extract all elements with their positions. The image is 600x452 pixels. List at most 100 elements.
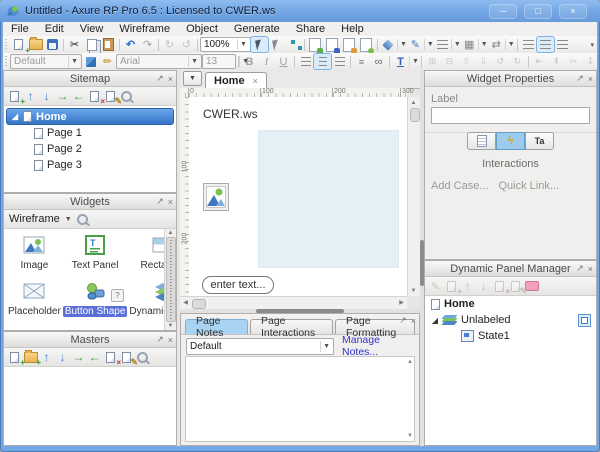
move-up-button[interactable]: ↑ — [23, 89, 38, 103]
close-panel-icon[interactable]: × — [588, 264, 593, 274]
scroll-up-icon[interactable]: ▲ — [407, 359, 413, 365]
edit-panel-button[interactable]: ✎ — [428, 279, 443, 293]
select-contained-tool-button[interactable] — [268, 37, 285, 52]
image-widget[interactable] — [203, 183, 229, 211]
delete-state-button[interactable]: × — [492, 279, 507, 293]
rotate-right-button[interactable]: ↻ — [509, 54, 526, 69]
delete-master-button[interactable]: × — [103, 350, 118, 364]
dpm-item-home[interactable]: Home — [425, 296, 596, 312]
sitemap-item-page2[interactable]: Page 2 — [4, 141, 176, 157]
tab-interactions[interactable]: ϟ — [496, 132, 525, 150]
sync-button[interactable]: ↻ — [161, 37, 178, 52]
scrollbar-thumb[interactable] — [410, 108, 420, 122]
tab-formatting[interactable]: Ta — [525, 132, 554, 150]
group-button[interactable]: ⊞ — [424, 54, 441, 69]
widget-placeholder[interactable]: Placeholder — [6, 279, 63, 317]
scroll-down-icon[interactable]: ▼ — [407, 433, 413, 439]
refresh-button[interactable]: ↺ — [178, 37, 195, 52]
scroll-down-icon[interactable]: ▼ — [168, 323, 174, 329]
line-width-dropdown[interactable]: ▼ — [451, 39, 461, 50]
line-color-button[interactable]: ✎ — [407, 37, 424, 52]
quick-link-link[interactable]: Quick Link... — [498, 180, 559, 192]
align-objects-top-button[interactable]: ⇞ — [548, 54, 565, 69]
indent-button[interactable]: → — [71, 350, 86, 364]
move-up-button[interactable]: ↑ — [460, 279, 475, 293]
close-button[interactable]: × — [560, 5, 586, 18]
font-select[interactable]: Arial ▼ — [116, 54, 202, 69]
line-width-button[interactable] — [434, 37, 451, 52]
sitemap-item-home[interactable]: ◢ Home — [6, 108, 174, 125]
close-panel-icon[interactable]: × — [168, 197, 173, 207]
menu-view[interactable]: View — [72, 22, 112, 36]
menu-help[interactable]: Help — [333, 22, 372, 36]
button-shape-widget[interactable]: enter text... — [202, 276, 274, 294]
add-case-link[interactable]: Add Case... — [431, 180, 488, 192]
justify-right-button[interactable] — [554, 37, 571, 52]
menu-share[interactable]: Share — [288, 22, 333, 36]
hyperlink-button[interactable]: ∞ — [370, 54, 387, 69]
line-color-dropdown[interactable]: ▼ — [424, 39, 434, 50]
underline-button[interactable]: U — [275, 54, 292, 69]
line-style-button[interactable]: ▦ — [461, 37, 478, 52]
add-page-button[interactable]: + — [7, 89, 22, 103]
connector-tool-button[interactable] — [285, 37, 302, 52]
tab-list-dropdown[interactable]: ▼ — [183, 71, 202, 86]
tab-page-notes[interactable]: Page Notes — [185, 319, 248, 334]
copy-button[interactable] — [83, 37, 100, 52]
close-tab-icon[interactable]: × — [253, 76, 258, 86]
justify-left-button[interactable] — [520, 37, 537, 52]
generate-word-button[interactable] — [324, 37, 341, 52]
tab-page-interactions[interactable]: Page Interactions — [250, 319, 333, 334]
fill-color-dropdown[interactable]: ▼ — [397, 39, 407, 50]
align-right-button[interactable] — [331, 54, 348, 69]
close-panel-icon[interactable]: × — [168, 335, 173, 345]
scroll-down-icon[interactable]: ▼ — [408, 285, 419, 296]
move-down-button[interactable]: ↓ — [55, 350, 70, 364]
align-left-button[interactable] — [297, 54, 314, 69]
indent-button[interactable]: → — [55, 89, 70, 103]
text-panel-widget[interactable]: CWER.ws — [203, 107, 258, 121]
delete-page-button[interactable]: × — [87, 89, 102, 103]
expander-icon[interactable]: ◢ — [11, 112, 19, 121]
line-style-dropdown[interactable]: ▼ — [478, 39, 488, 50]
zoom-select[interactable]: 100% ▼ — [200, 37, 251, 52]
maximize-button[interactable]: □ — [525, 5, 551, 18]
panel-visibility-checkbox[interactable] — [578, 314, 591, 327]
add-master-button[interactable]: + — [7, 350, 22, 364]
add-folder-button[interactable]: + — [23, 350, 38, 364]
move-down-button[interactable]: ↓ — [39, 89, 54, 103]
widget-image[interactable]: Image — [6, 233, 63, 271]
widget-label-input[interactable] — [431, 107, 590, 124]
toggle-visibility-button[interactable] — [524, 279, 539, 293]
move-up-button[interactable]: ↑ — [39, 350, 54, 364]
bullet-list-button[interactable]: ≡ — [353, 54, 370, 69]
toolbar-overflow-button[interactable]: ▾ — [587, 41, 597, 49]
search-button[interactable] — [135, 350, 150, 364]
select-tool-button[interactable] — [251, 37, 268, 52]
scroll-right-icon[interactable]: ▶ — [396, 297, 407, 308]
sitemap-item-page1[interactable]: Page 1 — [4, 125, 176, 141]
canvas-vertical-scrollbar[interactable]: ▲ ▼ — [407, 97, 420, 296]
menu-edit[interactable]: Edit — [37, 22, 72, 36]
align-center-button[interactable] — [314, 54, 331, 69]
wireframe-page[interactable]: CWER.ws enter text... — [189, 97, 407, 296]
distribute-h-button[interactable]: ⇿ — [565, 54, 582, 69]
cut-button[interactable]: ✂ — [66, 37, 83, 52]
arrow-style-button[interactable]: ⇄ — [488, 37, 505, 52]
note-select[interactable]: Default ▼ — [186, 338, 334, 355]
widget-library-select[interactable]: Wireframe ▼ — [7, 213, 74, 225]
generate-spec-button[interactable] — [341, 37, 358, 52]
rename-page-button[interactable]: ✎ — [103, 89, 118, 103]
bring-front-button[interactable]: ⇧ — [458, 54, 475, 69]
float-panel-icon[interactable]: ↗ — [399, 315, 407, 326]
undo-button[interactable]: ↶ — [122, 37, 139, 52]
outdent-button[interactable]: ← — [87, 350, 102, 364]
ungroup-button[interactable]: ⊟ — [441, 54, 458, 69]
scrollbar-thumb[interactable] — [192, 299, 206, 309]
justify-center-button[interactable] — [537, 37, 554, 52]
float-panel-icon[interactable]: ↗ — [156, 196, 164, 207]
italic-button[interactable]: I — [258, 54, 275, 69]
search-widgets-button[interactable] — [75, 212, 90, 226]
bold-button[interactable]: B — [241, 54, 258, 69]
close-panel-icon[interactable]: × — [411, 316, 416, 326]
